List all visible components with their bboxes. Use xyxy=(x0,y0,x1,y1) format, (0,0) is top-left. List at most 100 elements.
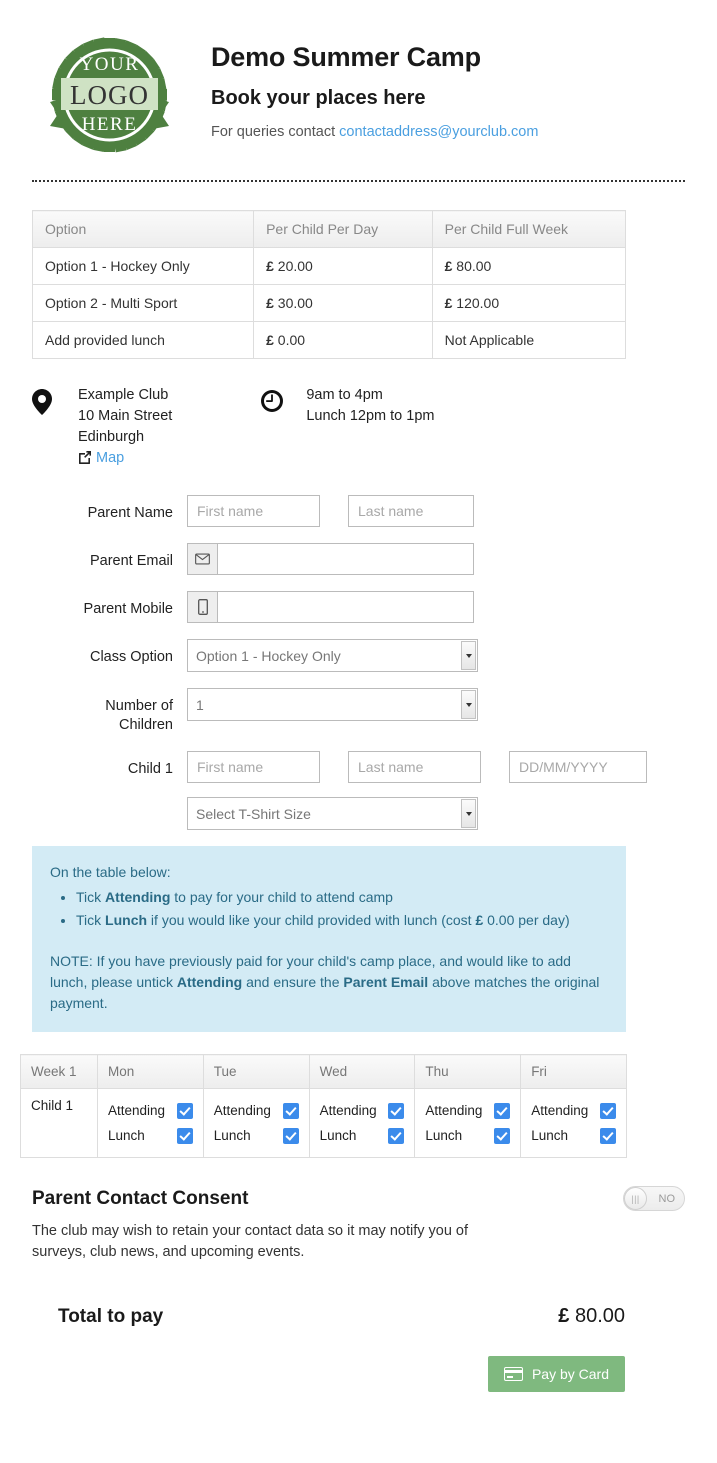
attending-checkbox-fri[interactable] xyxy=(600,1102,616,1119)
price-col-option: Option xyxy=(31,210,255,248)
camp-hours: 9am to 4pm xyxy=(306,387,383,403)
bullet2-pre: Tick xyxy=(76,912,106,928)
parent-mobile-input[interactable] xyxy=(217,591,474,623)
child-first-name-input[interactable] xyxy=(187,751,320,783)
number-of-children-label: Number of Children xyxy=(32,688,187,735)
consent-toggle[interactable]: ||| NO xyxy=(623,1186,685,1211)
class-option-row: Class Option Option 1 - Hockey Only xyxy=(32,639,685,672)
parent-email-group xyxy=(187,543,474,575)
parent-name-controls xyxy=(187,495,474,527)
week-col-fri: Fri xyxy=(520,1054,627,1089)
venue-name: Example Club xyxy=(78,387,169,403)
bullet1-pre: Tick xyxy=(76,889,106,905)
page-subtitle: Book your places here xyxy=(211,87,426,109)
attending-checkbox-tue[interactable] xyxy=(282,1102,299,1119)
parent-last-name-input[interactable] xyxy=(348,495,474,527)
week-cell-mon: Attending Lunch xyxy=(97,1088,204,1158)
number-children-select-wrap: 1 xyxy=(187,688,478,721)
week-table-section: Week 1 Mon Tue Wed Thu Fri Child 1 Atten… xyxy=(0,1032,717,1158)
contact-line: For queries contact contactaddress@yourc… xyxy=(211,124,538,140)
venue-map-row: Map xyxy=(78,448,172,471)
page-header: YOUR LOGO HERE Demo Summer Camp Book you… xyxy=(0,0,717,156)
header-text-block: Demo Summer Camp Book your places here F… xyxy=(187,28,538,140)
number-of-children-controls: 1 xyxy=(187,688,478,721)
price-option-name: Add provided lunch xyxy=(31,321,255,359)
contact-email-link[interactable]: contactaddress@yourclub.com xyxy=(339,124,538,140)
child-1-label: Child 1 xyxy=(127,761,173,777)
venue-block: Example Club 10 Main Street Edinburgh Ma… xyxy=(32,385,172,471)
week-col-mon: Mon xyxy=(97,1054,204,1089)
number-of-children-select[interactable]: 1 xyxy=(187,688,478,721)
price-full-week-value: 80.00 xyxy=(452,258,492,274)
lunch-line: Lunch xyxy=(108,1123,193,1148)
attending-label: Attending xyxy=(319,1103,377,1118)
price-per-day: £ 0.00 xyxy=(253,321,433,359)
parent-name-label: Parent Name xyxy=(87,505,173,521)
class-option-controls: Option 1 - Hockey Only xyxy=(187,639,478,672)
pay-button-label: Pay by Card xyxy=(531,1366,609,1382)
class-option-select[interactable]: Option 1 - Hockey Only xyxy=(187,639,478,672)
week-row-child-label: Child 1 xyxy=(20,1088,98,1158)
attending-checkbox-wed[interactable] xyxy=(388,1102,405,1119)
attending-checkbox-mon[interactable] xyxy=(176,1102,193,1119)
consent-section: Parent Contact Consent ||| NO The club m… xyxy=(0,1158,717,1263)
times-block: 9am to 4pm Lunch 12pm to 1pm xyxy=(260,385,434,471)
venue-city: Edinburgh xyxy=(78,429,145,445)
lunch-checkbox-wed[interactable] xyxy=(388,1127,405,1144)
lunch-checkbox-fri[interactable] xyxy=(600,1127,616,1144)
parent-email-input[interactable] xyxy=(217,543,474,575)
logo-line-logo: LOGO xyxy=(70,80,149,110)
price-per-day-value: 0.00 xyxy=(273,332,306,348)
price-full-week: £ 120.00 xyxy=(431,284,627,322)
week-cell-wed: Attending Lunch xyxy=(308,1088,416,1158)
number-children-line2: Children xyxy=(119,717,173,733)
parent-mobile-controls xyxy=(187,591,474,623)
parent-mobile-group xyxy=(187,591,474,623)
class-option-select-wrap: Option 1 - Hockey Only xyxy=(187,639,478,672)
parent-mobile-row: Parent Mobile xyxy=(32,591,685,623)
tshirt-select-wrap: Select T-Shirt Size xyxy=(187,797,478,830)
parent-first-name-input[interactable] xyxy=(187,495,320,527)
pay-by-card-button[interactable]: Pay by Card xyxy=(487,1356,625,1392)
instructions-notice: On the table below: Tick Attending to pa… xyxy=(32,846,626,1032)
price-table-header-row: Option Per Child Per Day Per Child Full … xyxy=(31,210,627,248)
week-cell-fri: Attending Lunch xyxy=(520,1088,627,1158)
club-logo: YOUR LOGO HERE xyxy=(32,28,187,156)
notice-note: NOTE: If you have previously paid for yo… xyxy=(50,951,608,1014)
lunch-label: Lunch xyxy=(531,1128,568,1143)
tshirt-size-select[interactable]: Select T-Shirt Size xyxy=(187,797,478,830)
parent-name-row: Parent Name xyxy=(32,495,685,527)
total-value: £ 80.00 xyxy=(558,1305,625,1328)
currency-symbol: £ xyxy=(266,295,274,311)
child-last-name-input[interactable] xyxy=(348,751,481,783)
table-row: Option 1 - Hockey Only £ 20.00 £ 80.00 xyxy=(31,247,627,285)
bullet2-bold: Lunch xyxy=(105,912,148,928)
lunch-checkbox-tue[interactable] xyxy=(282,1127,299,1144)
tshirt-row: Select T-Shirt Size xyxy=(32,797,685,830)
mobile-phone-icon xyxy=(187,591,217,623)
week-col-thu: Thu xyxy=(414,1054,522,1089)
attending-label: Attending xyxy=(531,1103,589,1118)
table-row: Child 1 Attending Lunch Attending Lunch … xyxy=(20,1088,627,1158)
week-col-label: Week 1 xyxy=(20,1054,98,1089)
toggle-knob: ||| xyxy=(624,1187,647,1210)
total-row: Total to pay £ 80.00 xyxy=(0,1263,717,1328)
number-children-line1: Number of xyxy=(105,698,173,714)
price-col-per-day: Per Child Per Day xyxy=(253,210,433,248)
price-full-week: Not Applicable xyxy=(431,321,627,359)
price-full-week: £ 80.00 xyxy=(431,247,627,285)
lunch-checkbox-mon[interactable] xyxy=(176,1127,193,1144)
child-dob-input[interactable] xyxy=(509,751,647,783)
class-option-label: Class Option xyxy=(89,649,173,665)
attending-line: Attending xyxy=(108,1098,193,1123)
lunch-label: Lunch xyxy=(319,1128,357,1143)
attending-checkbox-thu[interactable] xyxy=(494,1102,511,1119)
attending-line: Attending xyxy=(320,1098,405,1123)
lunch-checkbox-thu[interactable] xyxy=(494,1127,511,1144)
lunch-label: Lunch xyxy=(425,1128,463,1143)
attending-line: Attending xyxy=(531,1098,616,1123)
lunch-line: Lunch xyxy=(214,1123,299,1148)
venue-map-link[interactable]: Map xyxy=(96,450,124,466)
envelope-icon xyxy=(187,543,217,575)
contact-prefix: For queries contact xyxy=(211,124,340,140)
